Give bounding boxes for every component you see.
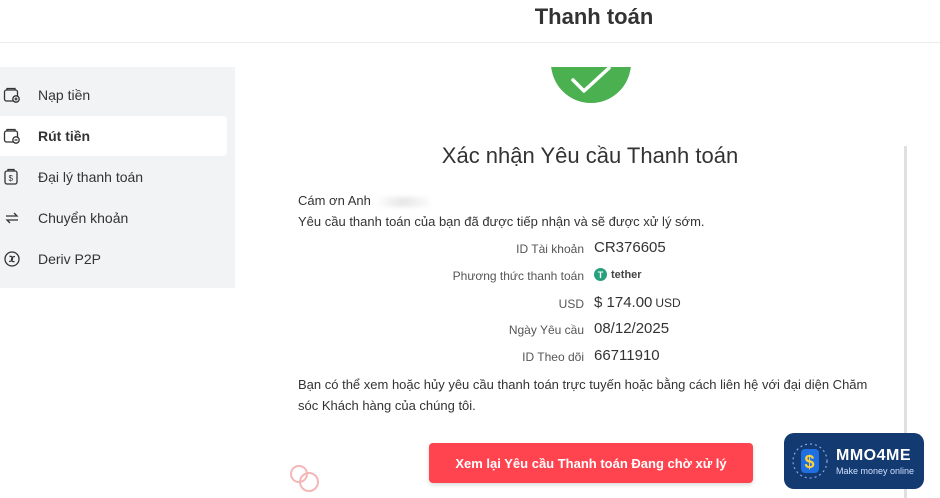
detail-value: $ 174.00 USD	[594, 294, 681, 311]
sidebar-item-deposit[interactable]: Nạp tiền	[0, 75, 227, 115]
wallet-out-icon	[3, 127, 21, 145]
sidebar-item-label: Đại lý thanh toán	[38, 169, 144, 185]
sidebar-item-transfer[interactable]: Chuyển khoản	[0, 198, 227, 238]
request-notice: Yêu cầu thanh toán của bạn đã được tiếp …	[298, 214, 705, 229]
sidebar: Nạp tiền Rút tiền $ Đại lý thanh toán Ch…	[0, 67, 235, 288]
mmo4me-watermark: $ MMO4ME Make money online	[784, 433, 924, 489]
sidebar-item-label: Chuyển khoản	[38, 210, 129, 226]
check-icon	[571, 67, 611, 93]
redacted-name	[374, 196, 430, 207]
watermark-name: MMO4ME	[836, 446, 911, 464]
review-pending-withdrawal-button[interactable]: Xem lại Yêu cầu Thanh toán Đang chờ xử l…	[429, 443, 753, 483]
sidebar-item-withdraw[interactable]: Rút tiền	[0, 116, 227, 156]
tether-icon: T	[594, 268, 607, 281]
svg-text:$: $	[805, 452, 815, 472]
success-check-badge	[551, 67, 631, 103]
confirmation-title: Xác nhận Yêu cầu Thanh toán	[441, 143, 739, 168]
detail-label: ID Tài khoản	[516, 242, 584, 256]
wallet-in-icon	[3, 86, 21, 104]
transfer-arrows-icon	[3, 209, 21, 227]
detail-row-request-date: Ngày Yêu cầu 08/12/2025	[298, 320, 798, 340]
p2p-icon	[3, 250, 21, 268]
sidebar-item-payment-agent[interactable]: $ Đại lý thanh toán	[0, 157, 227, 197]
detail-value: 66711910	[594, 347, 660, 364]
greeting-text: Cám ơn Anh	[298, 193, 371, 208]
sidebar-item-label: Nạp tiền	[38, 87, 91, 103]
greeting: Cám ơn Anh	[298, 193, 430, 208]
faint-watermark-icon	[288, 462, 324, 498]
detail-row-payment-method: Phương thức thanh toán Ttether	[298, 266, 798, 286]
detail-value: CR376605	[594, 239, 666, 256]
sidebar-item-label: Deriv P2P	[38, 251, 102, 267]
tether-name: tether	[611, 268, 642, 281]
svg-text:$: $	[9, 174, 14, 183]
sidebar-item-p2p[interactable]: Deriv P2P	[0, 239, 227, 279]
detail-row-amount: USD $ 174.00 USD	[298, 294, 798, 314]
detail-value: 08/12/2025	[594, 320, 670, 337]
detail-label: USD	[558, 297, 584, 311]
dollar-badge-icon: $	[790, 441, 830, 481]
detail-label: ID Theo dõi	[522, 350, 584, 364]
detail-label: Phương thức thanh toán	[452, 269, 584, 283]
tether-logo: Ttether	[594, 268, 642, 281]
watermark-tagline: Make money online	[836, 465, 915, 476]
currency-unit: USD	[655, 296, 681, 310]
page-header: Thanh toán	[0, 0, 940, 43]
contact-paragraph: Bạn có thể xem hoặc hủy yêu cầu thanh to…	[298, 377, 868, 413]
detail-row-tracking-id: ID Theo dõi 66711910	[298, 347, 798, 367]
amount-value: $ 174.00	[594, 294, 653, 311]
payment-agent-icon: $	[3, 168, 21, 186]
sidebar-item-label: Rút tiền	[38, 128, 91, 144]
page-title: Thanh toán	[534, 4, 654, 29]
detail-label: Ngày Yêu cầu	[508, 323, 584, 337]
detail-row-account-id: ID Tài khoản CR376605	[298, 239, 798, 259]
